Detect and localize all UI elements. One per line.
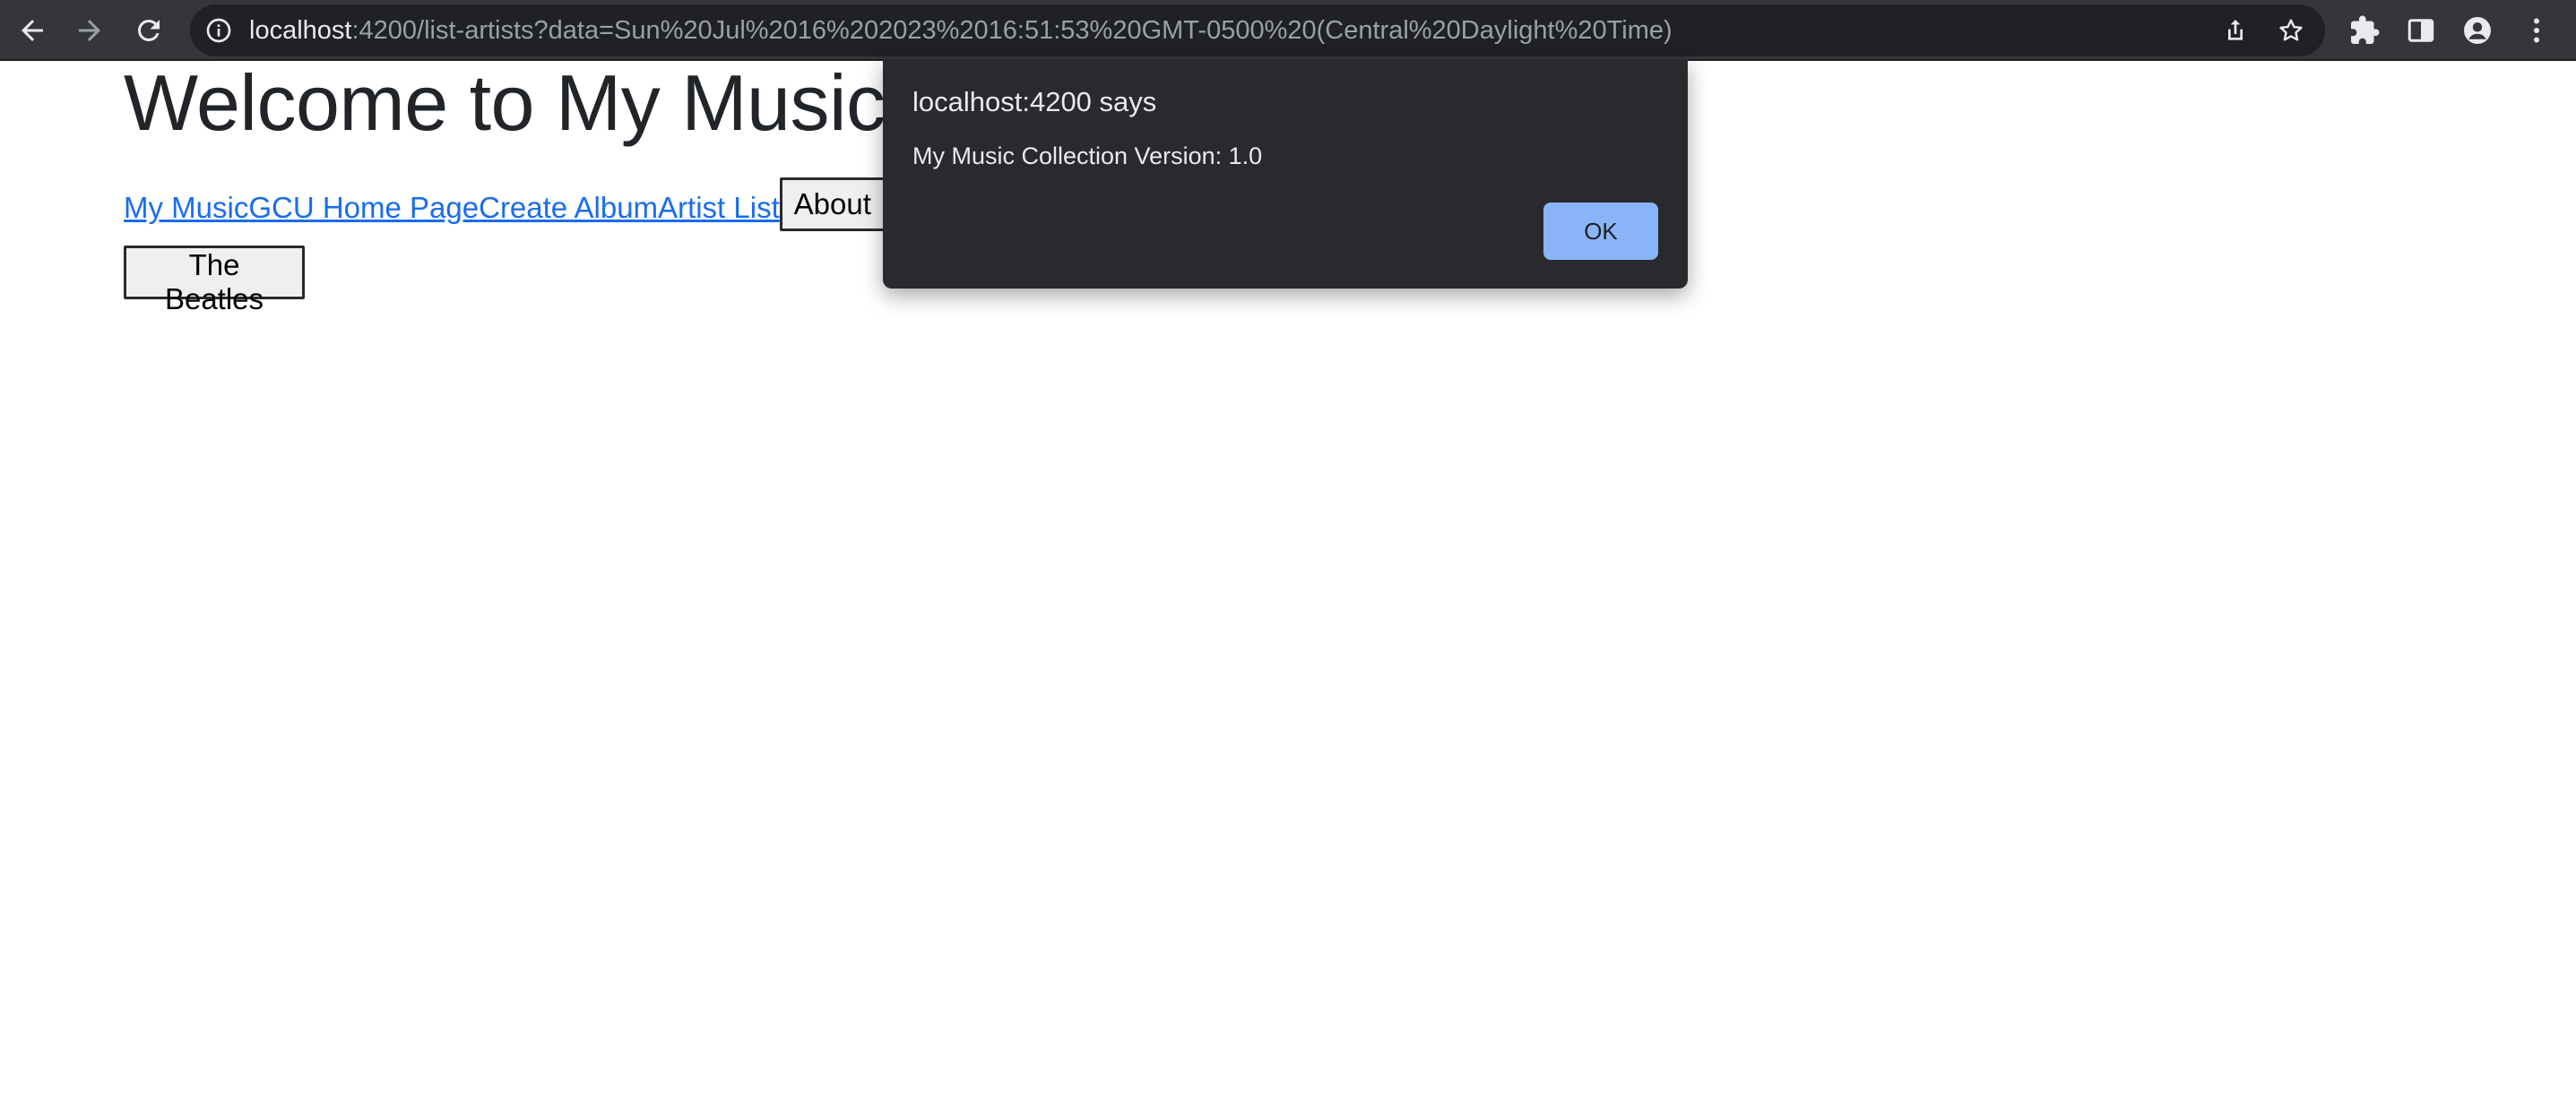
main-nav: My Music GCU Home Page Create Album Arti… [124, 177, 886, 231]
url-text: localhost:4200/list-artists?data=Sun%20J… [249, 16, 1673, 45]
back-button[interactable] [7, 5, 57, 56]
share-button[interactable] [2219, 14, 2252, 47]
reload-button[interactable] [124, 5, 174, 56]
bookmark-button[interactable] [2275, 14, 2307, 47]
alert-dialog: localhost:4200 says My Music Collection … [883, 59, 1688, 289]
share-icon [2228, 20, 2243, 40]
ok-button[interactable]: OK [1543, 203, 1658, 260]
back-arrow-icon [22, 20, 43, 41]
address-bar[interactable]: localhost:4200/list-artists?data=Sun%20J… [190, 4, 2325, 56]
side-panel-icon [2407, 19, 2434, 42]
info-icon [206, 18, 231, 43]
nav-link-my-music[interactable]: My Music [124, 188, 248, 231]
nav-link-gcu-home[interactable]: GCU Home Page [248, 188, 479, 231]
about-button[interactable]: About [779, 177, 886, 231]
profile-button[interactable] [2452, 5, 2503, 56]
extensions-icon [2351, 15, 2380, 44]
star-icon [2279, 19, 2303, 41]
reload-icon [137, 19, 160, 41]
browser-toolbar: localhost:4200/list-artists?data=Sun%20J… [0, 0, 2576, 61]
site-info-button[interactable] [203, 14, 235, 47]
nav-link-create-album[interactable]: Create Album [479, 188, 658, 231]
forward-arrow-icon [79, 20, 100, 41]
profile-icon [2464, 17, 2491, 44]
more-menu-icon [2534, 18, 2539, 43]
forward-button[interactable] [65, 5, 115, 56]
extensions-button[interactable] [2339, 5, 2390, 56]
more-menu-button[interactable] [2511, 5, 2562, 56]
dialog-title: localhost:4200 says [912, 86, 1157, 117]
dialog-message: My Music Collection Version: 1.0 [912, 142, 1263, 169]
nav-link-artist-list[interactable]: Artist List [658, 188, 780, 231]
side-panel-button[interactable] [2396, 5, 2446, 56]
artist-button-the-beatles[interactable]: The Beatles [124, 246, 305, 315]
